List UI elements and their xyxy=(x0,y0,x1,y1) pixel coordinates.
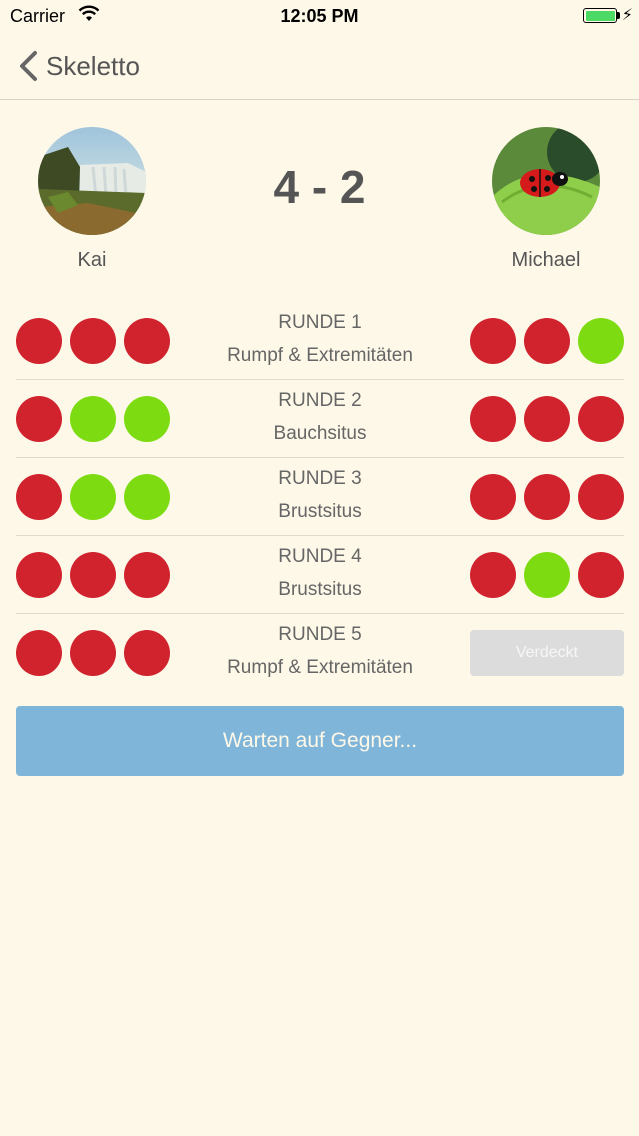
charging-bolt-icon: ⚡ xyxy=(621,7,633,24)
status-time: 12:05 PM xyxy=(280,6,359,26)
wrong-answer-dot xyxy=(578,396,624,442)
status-bar: Carrier 12:05 PM ⚡ xyxy=(0,0,639,34)
player-right-name: Michael xyxy=(511,249,581,271)
waiting-for-opponent-button[interactable]: Warten auf Gegner... xyxy=(16,706,624,776)
wrong-answer-dot xyxy=(470,318,516,364)
wrong-answer-dot xyxy=(470,552,516,598)
round-1-right-answers xyxy=(470,318,624,364)
round-4-right-answers xyxy=(470,552,624,598)
battery-tip xyxy=(617,12,620,19)
wrong-answer-dot xyxy=(524,396,570,442)
round-row: RUNDE 2 Bauchsitus xyxy=(16,380,624,458)
avatar-right[interactable] xyxy=(492,127,600,235)
hidden-answers-button[interactable]: Verdeckt xyxy=(470,630,624,676)
correct-answer-dot xyxy=(578,318,624,364)
wrong-answer-dot xyxy=(524,318,570,364)
wrong-answer-dot xyxy=(524,474,570,520)
rounds-list: RUNDE 1 Rumpf & Extremitäten RUNDE 2 Bau… xyxy=(16,302,624,691)
chevron-left-icon xyxy=(20,51,37,81)
player-right: Michael xyxy=(491,127,601,272)
player-left-name: Kai xyxy=(77,249,107,271)
round-row: RUNDE 3 Brustsitus xyxy=(16,458,624,536)
round-2-right-answers xyxy=(470,396,624,442)
round-row: RUNDE 4 Brustsitus xyxy=(16,536,624,614)
wrong-answer-dot xyxy=(470,474,516,520)
back-label: Skeletto xyxy=(46,50,140,81)
navigation-bar: Skeletto xyxy=(0,34,639,100)
wrong-answer-dot xyxy=(470,396,516,442)
wrong-answer-dot xyxy=(578,552,624,598)
battery-icon xyxy=(583,8,617,23)
correct-answer-dot xyxy=(524,552,570,598)
round-row: RUNDE 1 Rumpf & Extremitäten xyxy=(16,302,624,380)
round-3-right-answers xyxy=(470,474,624,520)
round-row: RUNDE 5 Rumpf & Extremitäten Verdeckt xyxy=(16,614,624,691)
back-button[interactable]: Skeletto xyxy=(18,48,140,84)
wrong-answer-dot xyxy=(578,474,624,520)
